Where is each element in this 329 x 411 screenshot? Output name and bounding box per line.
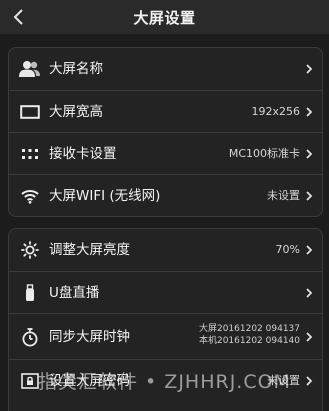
chevron-right-icon: [306, 376, 313, 386]
usb-drive-icon: [19, 283, 41, 303]
row-sync-clock[interactable]: 同步大屏时钟 大屏20161202 094137 本机20161202 0941…: [9, 313, 322, 359]
row-usb-live[interactable]: U盘直播: [9, 271, 322, 313]
row-label: 接收卡设置: [49, 146, 117, 162]
row-label: 调整大屏亮度: [49, 242, 130, 258]
row-receiver-card[interactable]: 接收卡设置 MC100标准卡: [9, 132, 322, 174]
row-brightness[interactable]: 调整大屏亮度 70%: [9, 229, 322, 271]
wifi-icon: [19, 186, 41, 206]
row-screen-name[interactable]: 大屏名称: [9, 48, 322, 90]
row-label: 大屏WIFI (无线网): [49, 188, 161, 204]
chevron-right-icon: [306, 107, 313, 117]
row-screen-size[interactable]: 大屏宽高 192x256: [9, 90, 322, 132]
grid-dots-icon: [19, 144, 41, 164]
screen-settings-group: 大屏名称 大屏宽高 192x256 接收卡设置 MC100标准卡 大屏WIFI …: [8, 47, 323, 217]
row-label: U盘直播: [49, 285, 100, 301]
display-settings-group: 调整大屏亮度 70% U盘直播 同步大屏时钟 大屏20161202 094137: [8, 228, 323, 411]
row-value: 192x256: [251, 105, 300, 118]
brightness-icon: [19, 240, 41, 260]
title-bar: 大屏设置: [0, 0, 329, 34]
lock-screen-icon: [19, 371, 41, 391]
row-label: 同步大屏时钟: [49, 329, 130, 345]
device-time: 本机20161202 094140: [198, 336, 300, 346]
page-title: 大屏设置: [133, 8, 196, 27]
back-chevron-icon[interactable]: [6, 4, 32, 30]
row-label: 大屏宽高: [49, 104, 103, 120]
chevron-right-icon: [306, 191, 313, 201]
screen-rect-icon: [19, 102, 41, 122]
stopwatch-icon: [19, 327, 41, 347]
screen-time: 大屏20161202 094137: [198, 324, 300, 334]
row-screen-password[interactable]: 设置大屏密码 未设置: [9, 359, 322, 401]
row-label: 设置大屏密码: [49, 373, 130, 389]
chevron-right-icon: [306, 288, 313, 298]
chevron-right-icon: [306, 332, 313, 342]
row-value: 未设置: [267, 189, 300, 202]
chevron-right-icon: [306, 149, 313, 159]
chevron-right-icon: [306, 245, 313, 255]
row-value: 70%: [275, 243, 300, 256]
contacts-icon: [19, 59, 41, 79]
row-screen-wifi[interactable]: 大屏WIFI (无线网) 未设置: [9, 174, 322, 216]
row-value: MC100标准卡: [228, 147, 300, 160]
row-value: 未设置: [267, 374, 300, 387]
chevron-right-icon: [306, 64, 313, 74]
clock-values: 大屏20161202 094137 本机20161202 094140: [199, 323, 300, 347]
row-label: 大屏名称: [49, 61, 103, 77]
